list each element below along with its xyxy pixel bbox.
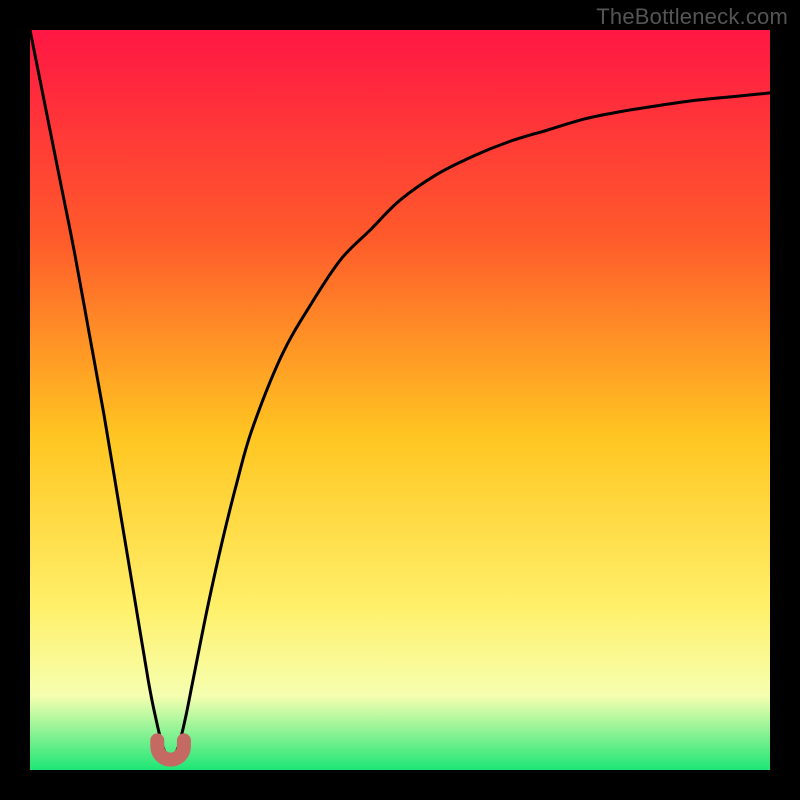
watermark-text: TheBottleneck.com [596, 4, 788, 30]
plot-area [30, 30, 770, 770]
bottleneck-chart [30, 30, 770, 770]
outer-frame: TheBottleneck.com [0, 0, 800, 800]
gradient-background [30, 30, 770, 770]
